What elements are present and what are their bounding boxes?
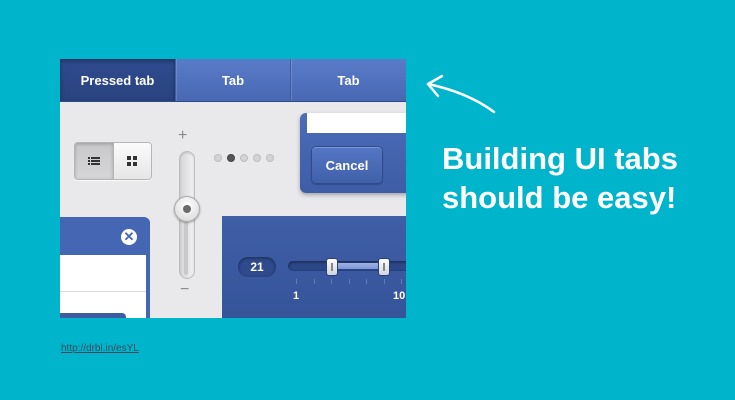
- grid-view-icon: [126, 155, 137, 166]
- dialog-content: [307, 113, 406, 133]
- range-value-badge: 21: [238, 257, 276, 277]
- vertical-slider-thumb[interactable]: [174, 196, 200, 222]
- tab-label: Tab: [337, 72, 360, 88]
- slider-tick: [384, 279, 385, 284]
- slider-tick: [349, 279, 350, 284]
- page-dot[interactable]: [266, 154, 274, 162]
- page-dot[interactable]: [253, 154, 261, 162]
- slider-max-label: 10: [393, 290, 406, 302]
- slider-tick: [366, 279, 367, 284]
- headline-line-2: should be easy!: [442, 180, 677, 215]
- slider-min-label: 1: [293, 290, 300, 302]
- modal-footer: [60, 313, 126, 318]
- page-dot[interactable]: [214, 154, 222, 162]
- slider-tick: [314, 279, 315, 284]
- modal-body: [60, 255, 146, 318]
- page-dot-active[interactable]: [227, 154, 235, 162]
- modal-divider: [60, 291, 146, 292]
- slider-tick: [331, 279, 332, 284]
- arrow-icon: [426, 74, 496, 114]
- list-view-button[interactable]: [75, 143, 113, 179]
- view-toggle: [74, 142, 152, 180]
- range-slider-fill: [332, 263, 384, 269]
- grid-view-button[interactable]: [112, 143, 151, 179]
- range-slider-thumb-max[interactable]: [378, 258, 390, 276]
- tab-label: Pressed tab: [80, 72, 155, 88]
- slider-tick: [296, 279, 297, 284]
- slider-tick: [401, 279, 402, 284]
- tab-pressed[interactable]: Pressed tab: [60, 59, 176, 101]
- page-dot[interactable]: [240, 154, 248, 162]
- zoom-in-icon[interactable]: +: [178, 127, 187, 145]
- headline: Building UI tabs should be easy!: [442, 139, 678, 217]
- tab-3[interactable]: Tab: [291, 59, 406, 101]
- source-link[interactable]: http://drbl.in/esYL: [61, 343, 139, 354]
- cancel-button[interactable]: Cancel: [311, 146, 383, 184]
- tab-label: Tab: [221, 72, 245, 88]
- ui-kit-preview: Pressed tab Tab Tab + − Cancel ✕ 21 1 10: [60, 59, 406, 318]
- tab-2[interactable]: Tab: [176, 59, 291, 101]
- range-slider-thumb-min[interactable]: [326, 258, 338, 276]
- close-icon[interactable]: ✕: [121, 229, 137, 245]
- modal-window: [60, 217, 150, 318]
- headline-line-1: Building UI tabs: [442, 141, 678, 176]
- pagination-dots: [214, 154, 274, 162]
- list-view-icon: [87, 157, 100, 165]
- zoom-out-icon[interactable]: −: [180, 281, 189, 299]
- tab-bar: Pressed tab Tab Tab: [60, 59, 406, 102]
